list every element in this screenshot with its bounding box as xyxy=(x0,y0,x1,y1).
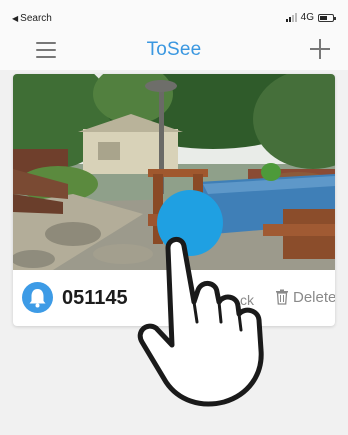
back-triangle-icon: ◀ xyxy=(12,14,19,23)
pointing-hand-icon xyxy=(137,237,264,407)
network-label: 4G xyxy=(300,12,314,23)
signal-icon xyxy=(285,13,297,22)
app-screen: ◀ Search 4G ToSee 051145 ck Delete xyxy=(0,0,348,435)
nav-bar: ToSee xyxy=(0,30,348,70)
status-bar: ◀ Search 4G xyxy=(0,0,348,30)
bell-icon xyxy=(22,282,53,313)
add-device-icon[interactable] xyxy=(310,39,330,59)
battery-icon xyxy=(318,13,336,22)
status-back-link[interactable]: ◀ Search xyxy=(12,13,52,24)
status-indicators: 4G xyxy=(285,12,336,23)
status-back-label: Search xyxy=(20,13,52,24)
app-title: ToSee xyxy=(146,39,202,60)
device-id: 051145 xyxy=(62,287,128,309)
